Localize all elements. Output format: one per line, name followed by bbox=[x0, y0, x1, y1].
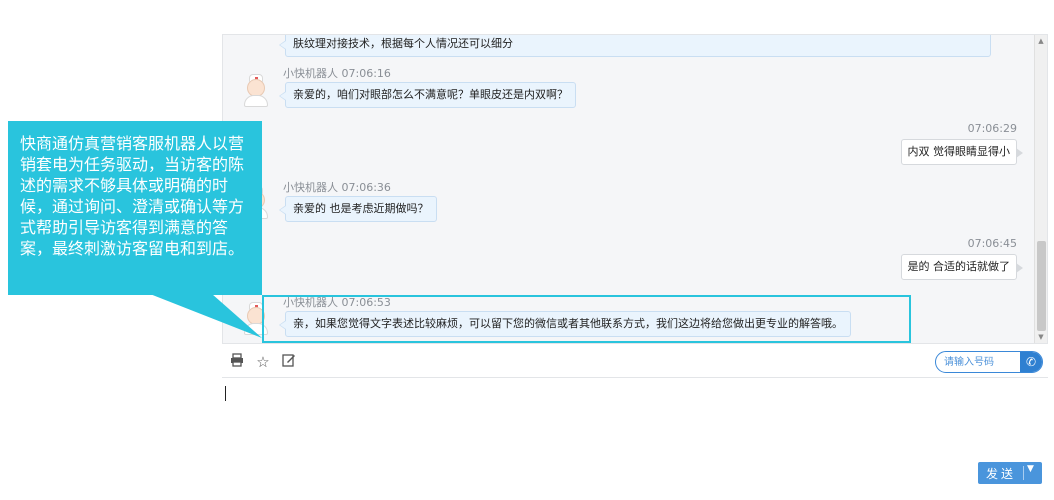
message-sender: 小快机器人 07:06:16 bbox=[283, 67, 391, 80]
message-text: 内双 觉得眼睛显得小 bbox=[907, 145, 1011, 158]
bot-avatar bbox=[241, 73, 271, 107]
chat-scrollbar[interactable]: ▲ ▼ bbox=[1034, 35, 1047, 343]
send-separator bbox=[1023, 466, 1024, 480]
message-sender: 小快机器人 07:06:36 bbox=[283, 181, 391, 194]
phone-number-input[interactable] bbox=[936, 352, 1020, 372]
message-bubble-bot: 亲爱的，咱们对眼部怎么不满意呢？单眼皮还是内双啊？ bbox=[279, 82, 576, 108]
message-bubble-partial: 肤纹理对接技术，根据每个人情况还可以细分 bbox=[279, 35, 991, 57]
message-time: 07:06:45 bbox=[967, 237, 1017, 250]
highlight-frame bbox=[262, 295, 911, 343]
star-icon[interactable]: ☆ bbox=[254, 353, 272, 371]
scroll-thumb[interactable] bbox=[1037, 241, 1046, 331]
message-text: 是的 合适的话就做了 bbox=[907, 260, 1011, 273]
phone-number-box: ✆ bbox=[935, 351, 1043, 373]
chat-toolbar: ☆ ✆ bbox=[222, 347, 1048, 377]
message-text: 亲爱的 也是考虑近期做吗？ bbox=[293, 202, 429, 215]
text-caret bbox=[225, 386, 226, 401]
message-bubble-bot: 亲爱的 也是考虑近期做吗？ bbox=[279, 196, 437, 222]
message-bubble-visitor: 是的 合适的话就做了 bbox=[900, 254, 1023, 280]
message-text: 肤纹理对接技术，根据每个人情况还可以细分 bbox=[293, 37, 513, 50]
print-icon[interactable] bbox=[228, 353, 246, 371]
message-bubble-visitor: 内双 觉得眼睛显得小 bbox=[900, 139, 1023, 165]
message-input-area[interactable]: 发送 ▼ bbox=[222, 377, 1048, 489]
scroll-up-icon[interactable]: ▲ bbox=[1035, 35, 1047, 47]
phone-call-button[interactable]: ✆ bbox=[1020, 352, 1042, 372]
annotation-callout: 快商通仿真营销客服机器人以营销套电为任务驱动，当访客的陈述的需求不够具体或明确的… bbox=[8, 121, 262, 295]
send-button[interactable]: 发送 ▼ bbox=[978, 462, 1042, 484]
callout-text: 快商通仿真营销客服机器人以营销套电为任务驱动，当访客的陈述的需求不够具体或明确的… bbox=[20, 134, 245, 258]
scroll-down-icon[interactable]: ▼ bbox=[1035, 331, 1047, 343]
phone-icon: ✆ bbox=[1025, 355, 1037, 369]
message-text: 亲爱的，咱们对眼部怎么不满意呢？单眼皮还是内双啊？ bbox=[293, 88, 568, 101]
send-button-label: 发送 bbox=[986, 467, 1017, 481]
send-options-dropdown-icon[interactable]: ▼ bbox=[1027, 464, 1034, 474]
edit-icon[interactable] bbox=[280, 353, 298, 371]
message-time: 07:06:29 bbox=[967, 122, 1017, 135]
